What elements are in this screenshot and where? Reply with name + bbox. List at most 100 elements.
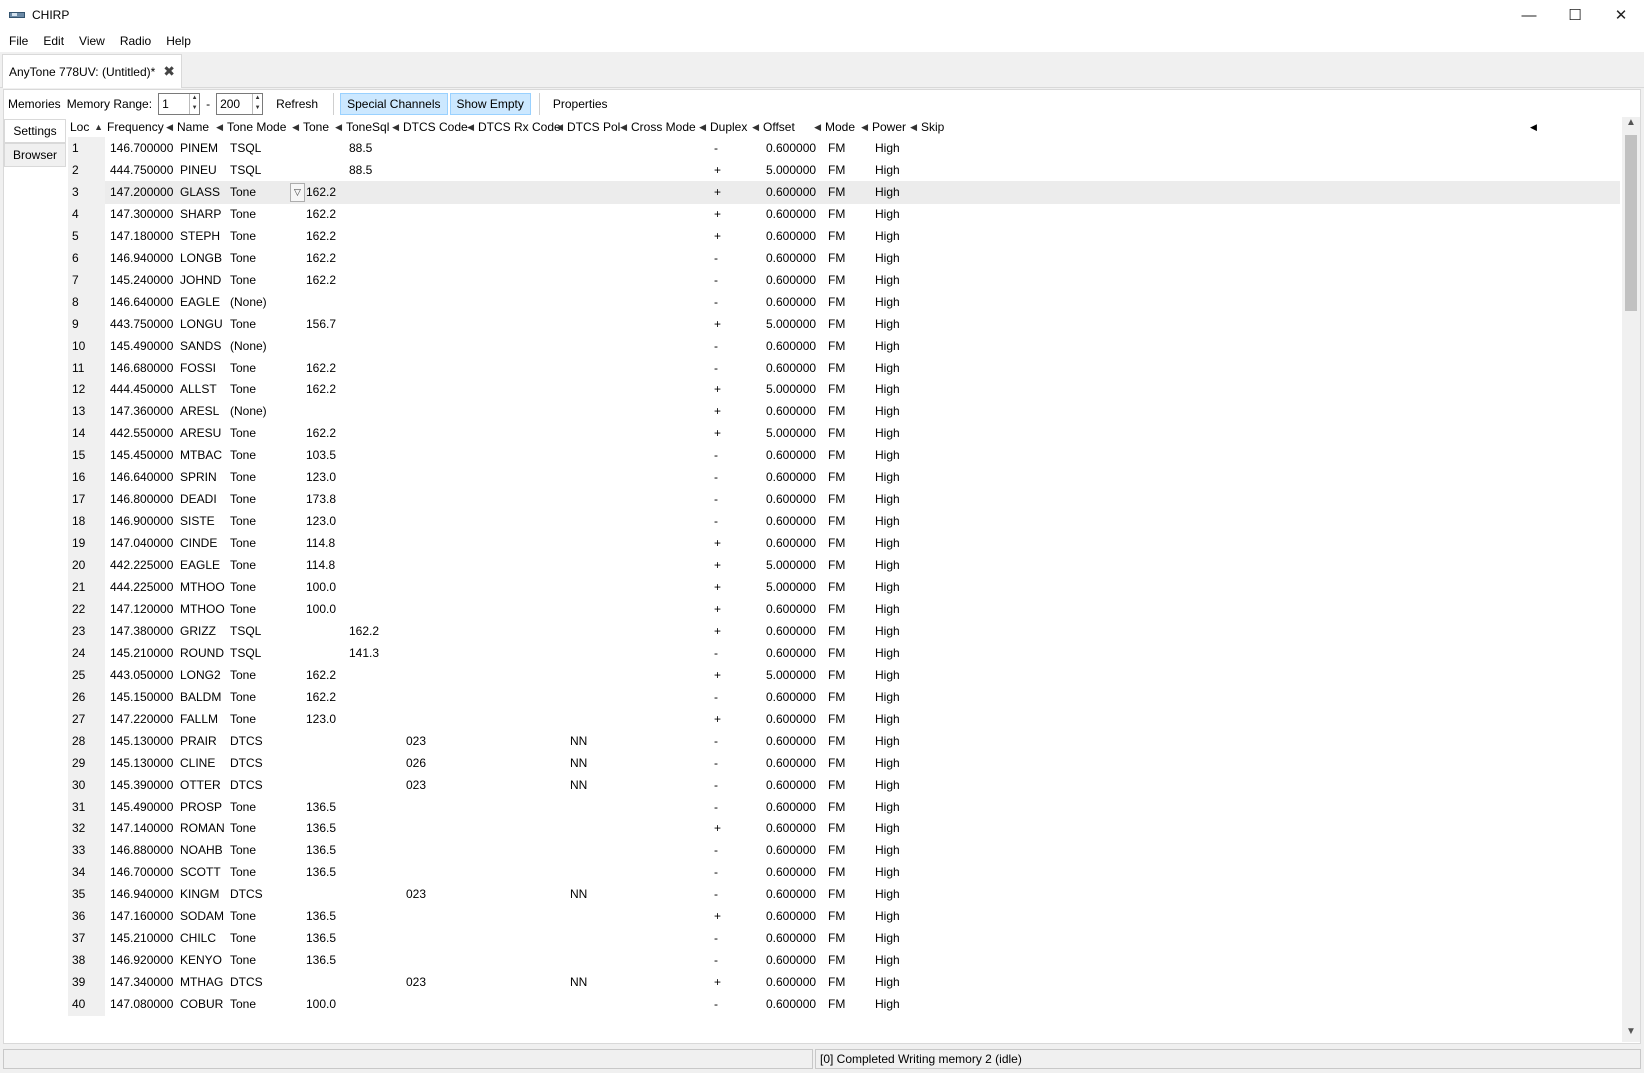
cell-duplex[interactable]: + (708, 181, 761, 204)
cell-tonesql[interactable] (344, 247, 401, 270)
cell-skip[interactable] (919, 905, 979, 928)
cell-power[interactable]: High (870, 181, 919, 204)
cell-dtcs-pol[interactable] (565, 686, 629, 709)
cell-tone-mode[interactable]: Tone (225, 664, 301, 687)
cell-frequency[interactable]: 146.880000 (105, 839, 175, 862)
column-menu-icon[interactable]: ◀ (910, 117, 917, 137)
cell-frequency[interactable]: 444.225000 (105, 576, 175, 599)
document-tab[interactable]: AnyTone 778UV: (Untitled)* ✖ (2, 54, 182, 88)
cell-dtcs-code[interactable]: 023 (401, 883, 476, 906)
memory-row[interactable]: 17 146.800000 DEADI Tone 173.8 -0.600000 FM Hig… (68, 488, 1620, 512)
column-menu-icon[interactable]: ◀ (814, 117, 821, 137)
cell-name[interactable]: EAGLE (175, 554, 225, 577)
cell-offset[interactable]: 0.600000 (761, 444, 823, 467)
cell-frequency[interactable]: 146.900000 (105, 510, 175, 533)
cell-tone[interactable] (301, 642, 344, 665)
cell-dtcs-code[interactable] (401, 313, 476, 336)
cell-dtcs-code[interactable] (401, 159, 476, 182)
memory-row[interactable]: 16 146.640000 SPRIN Tone 123.0 -0.600000 FM Hig… (68, 466, 1620, 490)
cell-dtcs-pol[interactable] (565, 291, 629, 314)
cell-dtcs-code[interactable]: 026 (401, 752, 476, 775)
cell-dtcs-rx-code[interactable] (476, 861, 565, 884)
cell-cross-mode[interactable] (629, 642, 708, 665)
memory-row[interactable]: 19 147.040000 CINDE Tone 114.8 +0.600000 FM Hig… (68, 532, 1620, 556)
cell-name[interactable]: CHILC (175, 927, 225, 950)
memory-row[interactable]: 32 147.140000 ROMAN Tone 136.5 +0.600000 FM Hig… (68, 817, 1620, 841)
cell-power[interactable]: High (870, 313, 919, 336)
cell-frequency[interactable]: 145.130000 (105, 730, 175, 753)
menu-radio[interactable]: Radio (115, 34, 156, 48)
cell-offset[interactable]: 0.600000 (761, 774, 823, 797)
column-header-skip[interactable]: Skip (919, 117, 979, 137)
cell-dtcs-code[interactable] (401, 400, 476, 423)
cell-power[interactable]: High (870, 159, 919, 182)
cell-cross-mode[interactable] (629, 400, 708, 423)
cell-cross-mode[interactable] (629, 730, 708, 753)
cell-tone-mode[interactable]: TSQL (225, 620, 301, 643)
cell-dtcs-code[interactable] (401, 927, 476, 950)
cell-dtcs-pol[interactable] (565, 664, 629, 687)
cell-skip[interactable] (919, 642, 979, 665)
cell-skip[interactable] (919, 817, 979, 840)
cell-name[interactable]: LONG2 (175, 664, 225, 687)
cell-cross-mode[interactable] (629, 664, 708, 687)
cell-tonesql[interactable] (344, 510, 401, 533)
column-menu-icon[interactable]: ◀ (292, 117, 299, 137)
cell-frequency[interactable]: 145.210000 (105, 642, 175, 665)
special-channels-toggle[interactable]: Special Channels (340, 92, 448, 115)
cell-dtcs-code[interactable] (401, 796, 476, 819)
column-header-duplex[interactable]: Duplex ◀ (708, 117, 761, 137)
cell-dtcs-pol[interactable] (565, 949, 629, 972)
cell-cross-mode[interactable] (629, 861, 708, 884)
cell-name[interactable]: STEPH (175, 225, 225, 248)
cell-duplex[interactable]: - (708, 466, 761, 489)
cell-power[interactable]: High (870, 510, 919, 533)
cell-tone[interactable]: 114.8 (301, 554, 344, 577)
cell-skip[interactable] (919, 576, 979, 599)
cell-tonesql[interactable] (344, 422, 401, 445)
cell-name[interactable]: FALLM (175, 708, 225, 731)
cell-frequency[interactable]: 146.940000 (105, 883, 175, 906)
cell-cross-mode[interactable] (629, 774, 708, 797)
cell-tone[interactable]: 162.2 (301, 247, 344, 270)
cell-duplex[interactable]: - (708, 291, 761, 314)
cell-name[interactable]: FOSSI (175, 357, 225, 380)
memory-row[interactable]: 12 444.450000 ALLST Tone 162.2 +5.000000 FM Hig… (68, 378, 1620, 402)
cell-offset[interactable]: 0.600000 (761, 400, 823, 423)
cell-tone-mode[interactable]: Tone (225, 817, 301, 840)
cell-offset[interactable]: 0.600000 (761, 357, 823, 380)
cell-dtcs-code[interactable] (401, 357, 476, 380)
cell-power[interactable]: High (870, 137, 919, 160)
cell-frequency[interactable]: 146.800000 (105, 488, 175, 511)
cell-name[interactable]: SHARP (175, 203, 225, 226)
cell-mode[interactable]: FM (823, 488, 870, 511)
cell-mode[interactable]: FM (823, 905, 870, 928)
cell-dtcs-pol[interactable] (565, 466, 629, 489)
memory-row[interactable]: 20 442.225000 EAGLE Tone 114.8 +5.000000 FM Hig… (68, 554, 1620, 578)
cell-dtcs-pol[interactable] (565, 181, 629, 204)
cell-frequency[interactable]: 146.920000 (105, 949, 175, 972)
cell-tone[interactable]: 123.0 (301, 708, 344, 731)
cell-dtcs-code[interactable] (401, 137, 476, 160)
cell-tone[interactable] (301, 883, 344, 906)
range-start-spinner[interactable]: ▲▼ (158, 92, 201, 115)
cell-name[interactable]: ARESL (175, 400, 225, 423)
cell-dtcs-code[interactable] (401, 620, 476, 643)
column-menu-icon[interactable]: ◀ (1530, 117, 1542, 137)
cell-dtcs-code[interactable] (401, 203, 476, 226)
cell-frequency[interactable]: 444.750000 (105, 159, 175, 182)
scroll-down-icon[interactable]: ▼ (1622, 1026, 1640, 1042)
cell-dtcs-rx-code[interactable] (476, 137, 565, 160)
cell-dtcs-rx-code[interactable] (476, 554, 565, 577)
cell-dtcs-code[interactable] (401, 422, 476, 445)
cell-duplex[interactable]: + (708, 422, 761, 445)
cell-dtcs-code[interactable] (401, 839, 476, 862)
cell-name[interactable]: PINEM (175, 137, 225, 160)
cell-mode[interactable]: FM (823, 357, 870, 380)
column-menu-icon[interactable]: ◀ (335, 117, 342, 137)
cell-tonesql[interactable] (344, 203, 401, 226)
cell-dtcs-code[interactable] (401, 686, 476, 709)
cell-mode[interactable]: FM (823, 774, 870, 797)
cell-power[interactable]: High (870, 203, 919, 226)
cell-dtcs-rx-code[interactable] (476, 774, 565, 797)
